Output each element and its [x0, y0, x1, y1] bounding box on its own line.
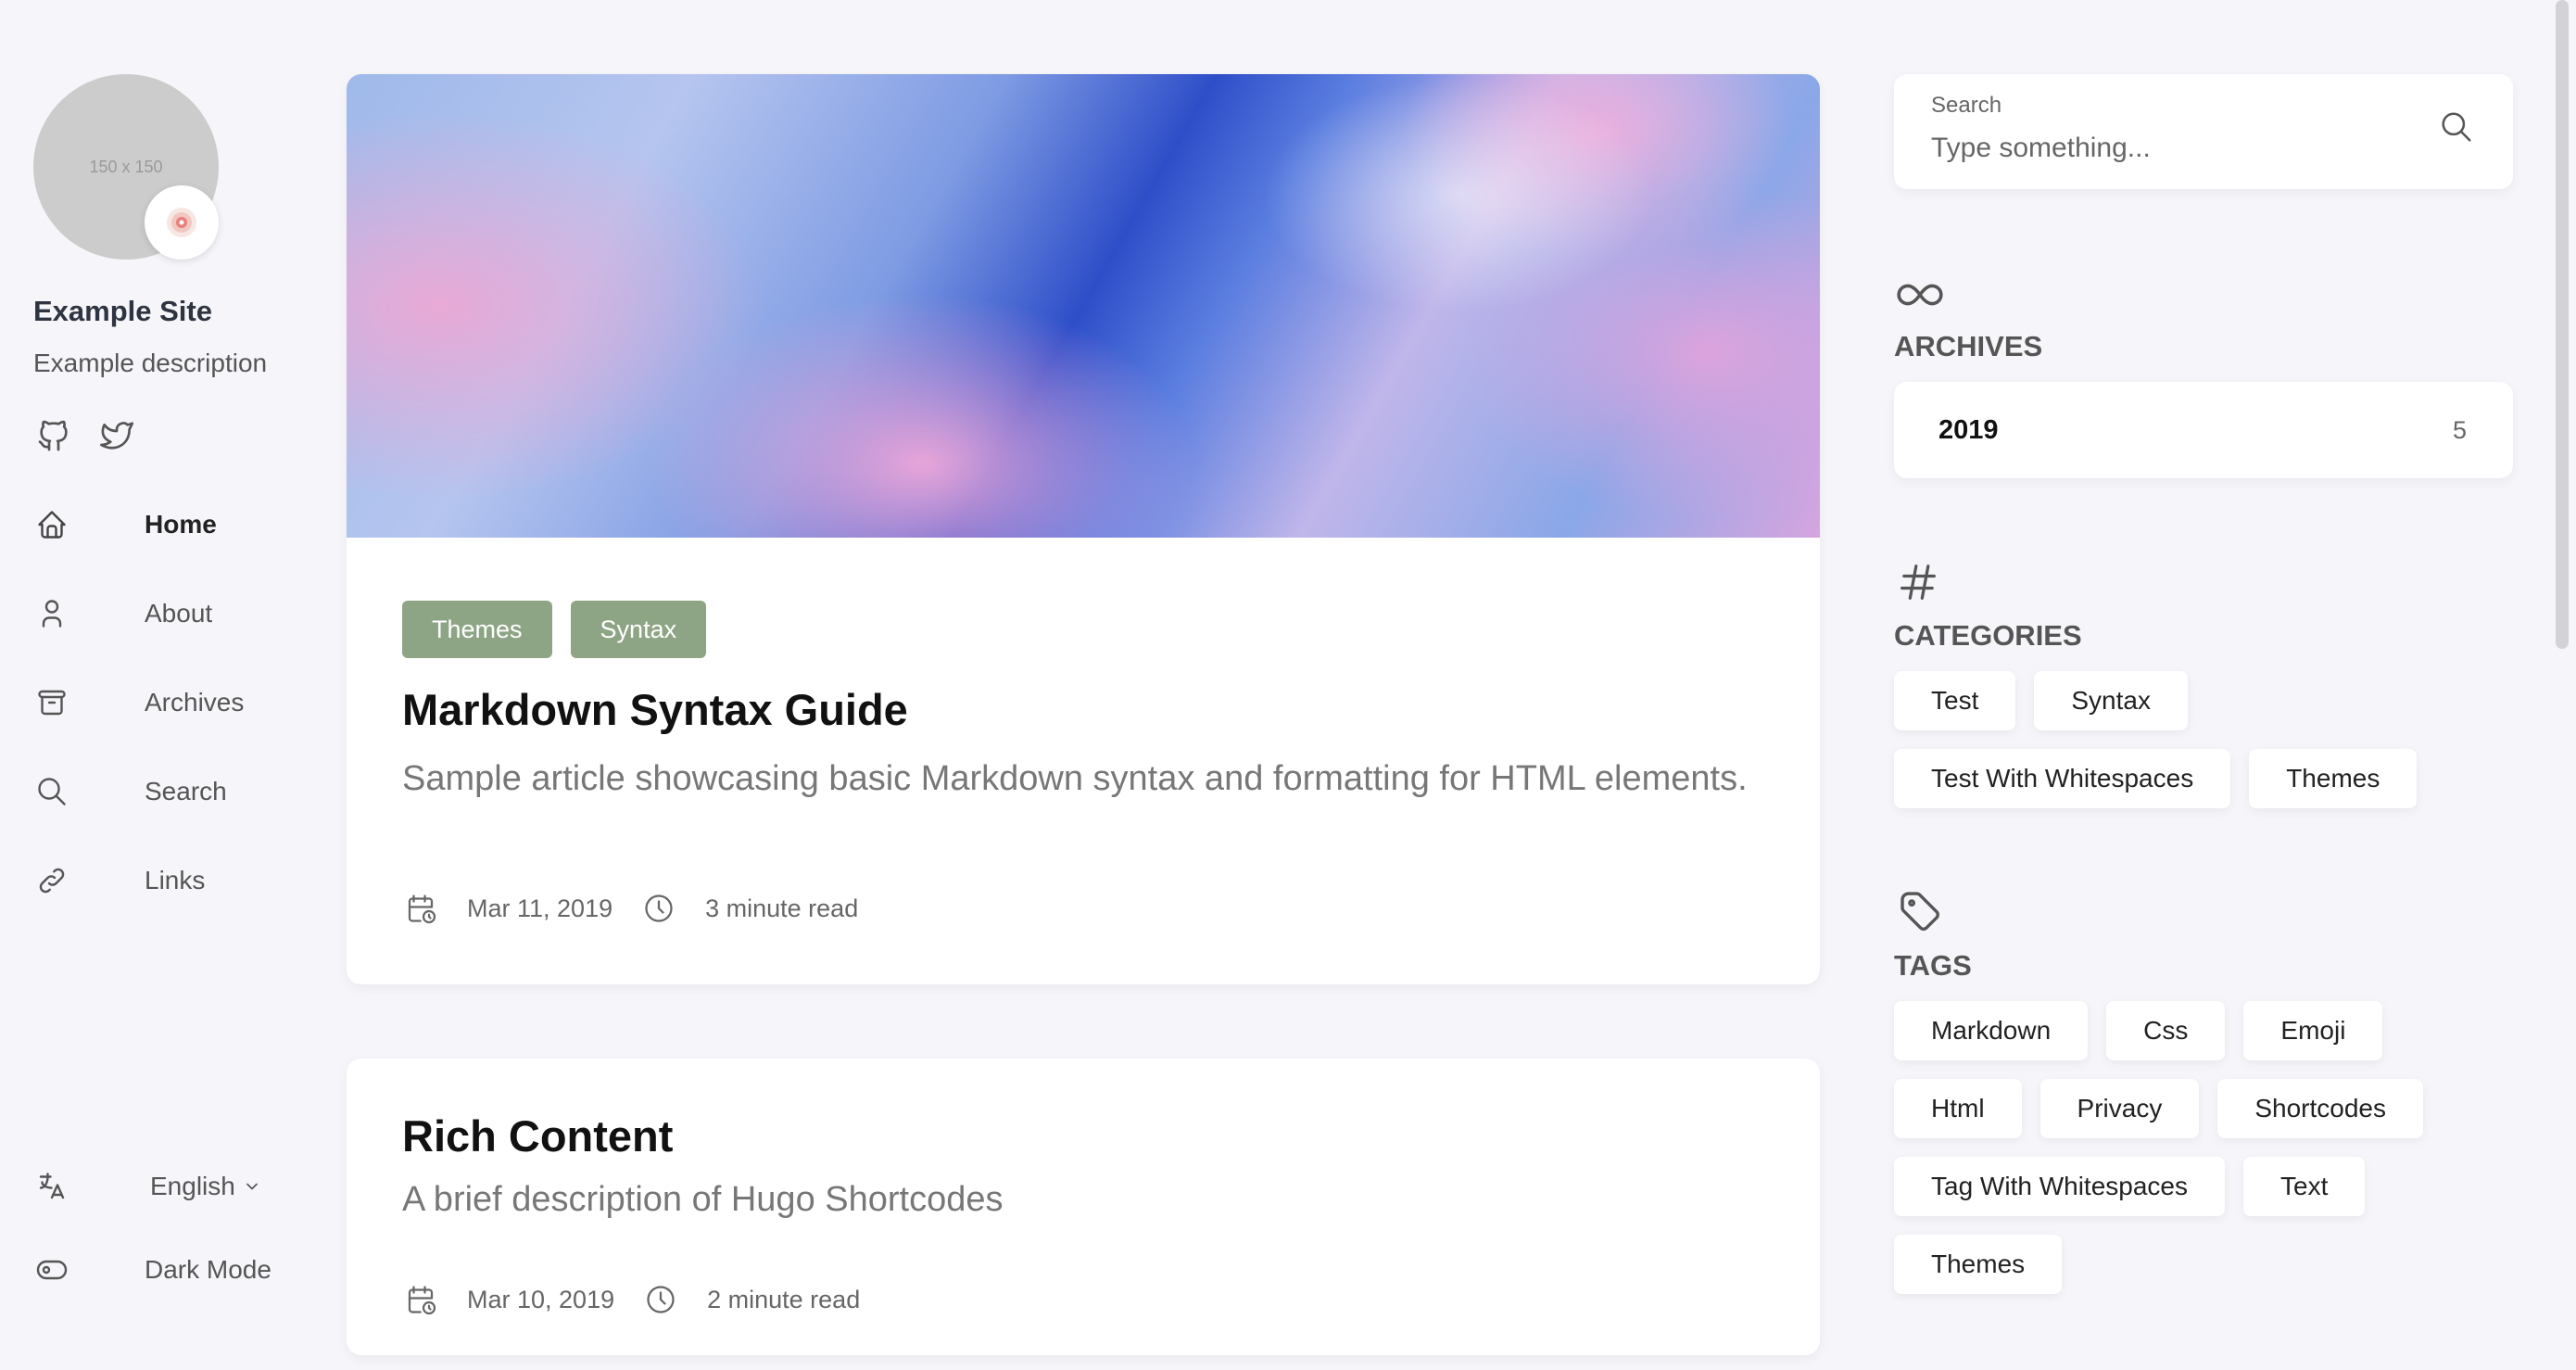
language-selector[interactable]: English: [33, 1161, 302, 1212]
avatar-emoji-icon: [145, 185, 219, 260]
category-chip-row: Test Syntax: [1894, 671, 2188, 730]
tag-icon: [1894, 882, 1950, 938]
search-widget: Search: [1894, 74, 2513, 189]
hash-icon: [1894, 554, 1950, 610]
tag-chip[interactable]: Html: [1894, 1079, 2022, 1138]
tag-chip-row: Html Privacy Shortcodes: [1894, 1079, 2423, 1138]
tag-chip[interactable]: Privacy: [2039, 1079, 2200, 1138]
search-icon: [2442, 112, 2471, 142]
tag-chip-row: Themes: [1894, 1235, 2063, 1294]
tag-chip[interactable]: Markdown: [1894, 1001, 2089, 1060]
tag-chip[interactable]: Themes: [1894, 1235, 2063, 1294]
nav-item-about[interactable]: About: [33, 588, 302, 640]
article-read-time: 2 minute read: [707, 1285, 861, 1313]
github-icon[interactable]: [33, 415, 74, 456]
article-title[interactable]: Markdown Syntax Guide: [402, 684, 908, 735]
avatar[interactable]: 150 x 150: [33, 74, 219, 260]
search-label: Search: [1931, 93, 2002, 118]
nav-item-home[interactable]: Home: [33, 499, 302, 551]
user-icon: [33, 595, 70, 632]
nav-item-search[interactable]: Search: [33, 766, 302, 818]
language-value: English: [150, 1172, 235, 1200]
tags-widget-title: TAGS: [1894, 949, 1972, 982]
site-description: Example description: [33, 349, 268, 377]
clock-icon: [640, 890, 677, 927]
nav-item-links[interactable]: Links: [33, 855, 302, 907]
category-tag-themes[interactable]: Themes: [402, 601, 552, 658]
article-card[interactable]: Themes Syntax Markdown Syntax Guide Samp…: [347, 74, 1820, 984]
article-title[interactable]: Rich Content: [402, 1110, 673, 1161]
social-links: [33, 415, 137, 456]
category-tag-syntax[interactable]: Syntax: [570, 601, 707, 658]
article-card[interactable]: Rich Content A brief description of Hugo…: [347, 1059, 1820, 1355]
article-read-time: 3 minute read: [705, 894, 859, 922]
link-icon: [33, 862, 70, 899]
tag-chip-row: Markdown Css Emoji: [1894, 1001, 2383, 1060]
tag-chip[interactable]: Text: [2243, 1157, 2366, 1216]
left-sidebar: 150 x 150 Example Site Example descripti…: [0, 0, 315, 1370]
search-input[interactable]: [1931, 126, 2431, 171]
category-chip[interactable]: Syntax: [2034, 671, 2188, 730]
article-description: Sample article showcasing basic Markdown…: [402, 759, 1748, 798]
avatar-placeholder-text: 150 x 150: [89, 157, 163, 176]
page-scrollbar[interactable]: [2556, 0, 2569, 649]
tag-chip[interactable]: Css: [2106, 1001, 2226, 1060]
tag-chip[interactable]: Tag With Whitespaces: [1894, 1157, 2225, 1216]
article-date: Mar 11, 2019: [467, 894, 613, 922]
dark-mode-toggle[interactable]: Dark Mode: [33, 1244, 302, 1296]
archive-count: 5: [2452, 415, 2467, 444]
archive-year-item[interactable]: 2019 5: [1894, 382, 2513, 478]
calendar-clock-icon: [402, 1281, 439, 1318]
tag-chip[interactable]: Emoji: [2243, 1001, 2383, 1060]
category-chip[interactable]: Themes: [2249, 749, 2418, 808]
article-meta: Mar 10, 2019 2 minute read: [402, 1281, 860, 1318]
archive-year: 2019: [1938, 414, 1999, 445]
nav-label-about: About: [145, 599, 213, 628]
site-name[interactable]: Example Site: [33, 295, 212, 328]
nav-label-search: Search: [145, 777, 227, 806]
infinity-icon: [1894, 267, 1950, 323]
nav-label-home: Home: [145, 510, 217, 539]
article-categories: Themes Syntax: [402, 601, 707, 658]
search-icon: [33, 773, 70, 810]
chevron-down-icon: [246, 1183, 258, 1190]
nav-label-links: Links: [145, 866, 206, 894]
clock-icon: [642, 1281, 679, 1318]
nav-item-archives[interactable]: Archives: [33, 677, 302, 729]
dark-mode-label: Dark Mode: [145, 1255, 271, 1284]
nav-label-archives: Archives: [145, 688, 245, 717]
category-chip[interactable]: Test: [1894, 671, 2016, 730]
twitter-icon[interactable]: [96, 415, 137, 456]
article-meta: Mar 11, 2019 3 minute read: [402, 890, 858, 927]
article-description: A brief description of Hugo Shortcodes: [402, 1180, 1004, 1219]
calendar-clock-icon: [402, 890, 439, 927]
search-submit-button[interactable]: [2435, 106, 2478, 148]
category-chip[interactable]: Test With Whitespaces: [1894, 749, 2231, 808]
language-icon: [33, 1168, 70, 1205]
archive-box-icon: [33, 684, 70, 721]
home-icon: [33, 506, 70, 543]
language-label: English: [150, 1172, 261, 1201]
article-hero-image[interactable]: [347, 74, 1820, 538]
tag-chip-row: Tag With Whitespaces Text: [1894, 1157, 2366, 1216]
archives-widget-title: ARCHIVES: [1894, 330, 2043, 362]
categories-widget-title: CATEGORIES: [1894, 619, 2082, 652]
category-chip-row: Test With Whitespaces Themes: [1894, 749, 2418, 808]
toggle-icon: [33, 1251, 70, 1288]
tag-chip[interactable]: Shortcodes: [2217, 1079, 2423, 1138]
article-date: Mar 10, 2019: [467, 1285, 615, 1313]
